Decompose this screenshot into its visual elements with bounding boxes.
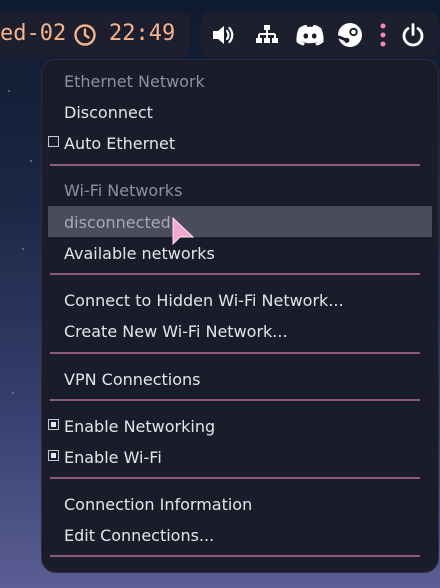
menu-separator [50,477,420,479]
enable-networking-item[interactable]: Enable Networking [64,417,215,436]
clock-time: 22:49 [109,21,176,46]
power-icon[interactable] [400,22,426,48]
auto-ethernet-item[interactable]: Auto Ethernet [64,134,175,153]
create-network-item[interactable]: Create New Wi-Fi Network... [64,322,288,341]
ethernet-disconnect-item[interactable]: Disconnect [64,103,153,122]
wifi-header: Wi-Fi Networks [64,181,183,200]
discord-icon[interactable] [294,22,326,48]
menu-separator [50,352,420,354]
edit-connections-item[interactable]: Edit Connections... [64,526,214,545]
menu-separator [50,399,420,401]
background-star [30,160,32,162]
clock-widget[interactable]: ed-02 22:49 [0,12,190,57]
background-star [12,392,14,394]
more-icon[interactable] [376,22,390,48]
menu-separator [50,164,420,166]
connection-information-item[interactable]: Connection Information [64,495,252,514]
network-menu: Ethernet Network Disconnect Auto Etherne… [42,60,438,572]
mouse-cursor-icon [172,216,195,246]
menu-separator [50,273,420,275]
enable-networking-checkbox[interactable] [48,419,59,430]
wifi-status-item[interactable]: disconnected [64,213,171,232]
ethernet-header: Ethernet Network [64,72,205,91]
network-icon[interactable] [254,22,280,48]
clock-icon [74,24,96,46]
enable-wifi-checkbox[interactable] [48,450,59,461]
enable-wifi-item[interactable]: Enable Wi-Fi [64,448,162,467]
menu-separator [50,555,420,557]
auto-ethernet-checkbox[interactable] [48,136,59,147]
connect-hidden-network-item[interactable]: Connect to Hidden Wi-Fi Network... [64,291,344,310]
volume-icon[interactable] [210,22,236,48]
clock-date: ed-02 [0,21,67,46]
system-tray [201,12,439,57]
steam-icon[interactable] [337,22,363,48]
background-star [8,90,10,92]
background-star [22,248,24,250]
vpn-connections-item[interactable]: VPN Connections [64,370,201,389]
